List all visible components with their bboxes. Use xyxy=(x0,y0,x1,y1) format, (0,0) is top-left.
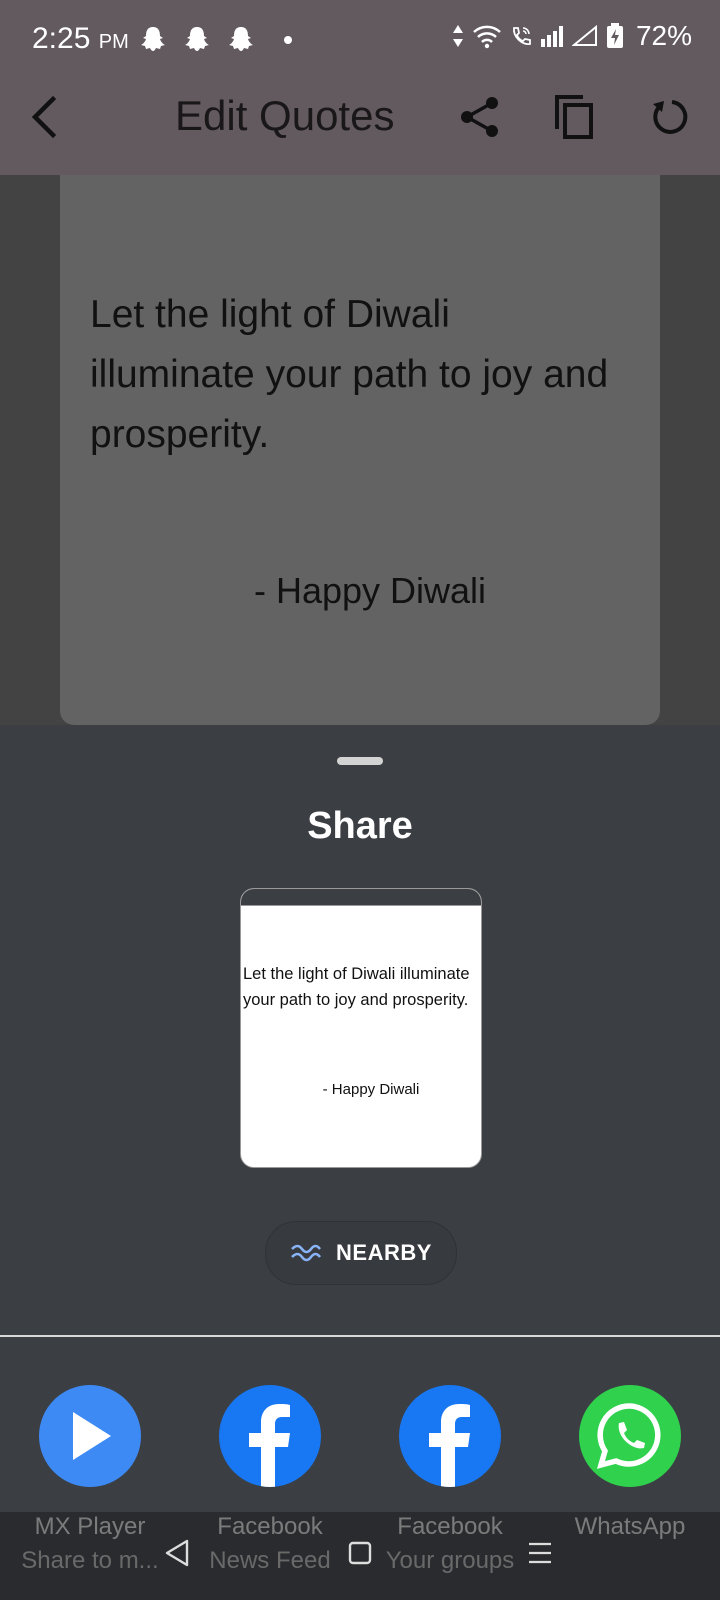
back-button[interactable] xyxy=(20,92,70,142)
refresh-button[interactable] xyxy=(645,92,695,142)
recents-menu-icon xyxy=(529,1542,551,1564)
facebook-icon xyxy=(399,1385,501,1487)
quote-signature: - Happy Diwali xyxy=(253,570,487,611)
quote-card[interactable]: Let the light of Diwali illuminate your … xyxy=(60,175,660,725)
preview-quote-text: Let the light of Diwali illuminate your … xyxy=(243,965,470,1009)
snapchat-icon xyxy=(229,27,253,51)
nearby-share-icon xyxy=(291,1244,322,1262)
mx-player-icon xyxy=(39,1385,141,1487)
signal-icon xyxy=(540,26,563,47)
nav-home-button[interactable] xyxy=(343,1536,377,1570)
battery-percentage: 72% xyxy=(635,20,692,51)
nav-recents-button[interactable] xyxy=(523,1536,557,1570)
sheet-drag-handle[interactable] xyxy=(337,757,383,765)
app-bar-container: 2:25 PM 72% Edit Quotes xyxy=(0,0,720,175)
share-button[interactable] xyxy=(455,92,505,142)
snapchat-icon xyxy=(185,27,209,51)
data-arrows-icon xyxy=(452,25,463,47)
refresh-icon xyxy=(653,100,688,134)
page-title: Edit Quotes xyxy=(175,92,395,139)
status-time-ampm: PM xyxy=(98,31,129,53)
status-bar: 2:25 PM 72% xyxy=(0,0,720,80)
copy-icon xyxy=(555,95,593,139)
notification-dot xyxy=(284,36,292,44)
preview-signature: - Happy Diwali xyxy=(322,1081,420,1098)
share-icon xyxy=(461,97,498,137)
battery-charging-icon xyxy=(606,23,623,48)
share-sheet-title: Share xyxy=(307,805,413,847)
nearby-share-label: NEARBY xyxy=(336,1240,432,1265)
nearby-share-button[interactable]: NEARBY xyxy=(265,1221,457,1285)
share-preview-image: Let the light of Diwali illuminate your … xyxy=(240,888,482,1168)
status-time-value: 2:25 xyxy=(32,22,91,55)
wifi-icon xyxy=(473,25,501,49)
whatsapp-icon xyxy=(579,1385,681,1487)
wifi-calling-icon xyxy=(513,27,531,45)
share-sheet: Share Let the light of Diwali illuminate… xyxy=(0,725,720,1600)
copy-button[interactable] xyxy=(550,92,600,142)
preview-header-strip xyxy=(241,889,481,906)
home-square-icon xyxy=(348,1541,372,1565)
status-indicators: 72% xyxy=(452,20,692,52)
system-nav-bar xyxy=(0,1512,720,1600)
back-arrow-icon xyxy=(31,95,57,139)
nav-back-button[interactable] xyxy=(160,1536,194,1570)
status-time: 2:25 PM xyxy=(32,22,129,56)
quote-text: Let the light of Diwali illuminate your … xyxy=(90,293,609,456)
signal-empty-icon xyxy=(571,25,597,46)
sheet-divider xyxy=(0,1335,720,1337)
snapchat-icon xyxy=(141,27,165,51)
facebook-icon xyxy=(219,1385,321,1487)
back-triangle-icon xyxy=(165,1539,189,1567)
